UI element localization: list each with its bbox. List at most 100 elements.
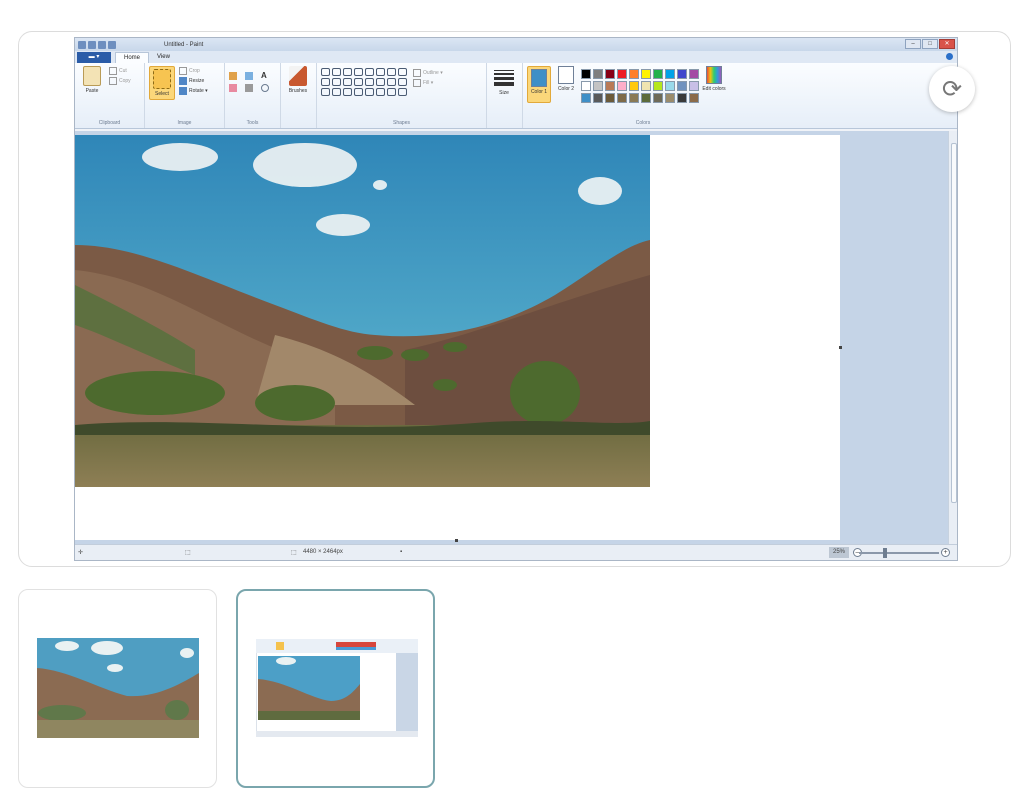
scrollbar-thumb[interactable] <box>951 143 957 503</box>
palette-swatch[interactable] <box>677 93 687 103</box>
palette-swatch[interactable] <box>629 69 639 79</box>
canvas-size-text: 4480 × 2464px <box>303 549 343 555</box>
palette-swatch[interactable] <box>653 81 663 91</box>
resize-handle-bottom[interactable] <box>455 539 458 542</box>
edit-colors-button[interactable]: Edit colors <box>702 66 726 103</box>
palette-swatch[interactable] <box>677 69 687 79</box>
palette-swatch[interactable] <box>605 93 615 103</box>
clipboard-group-label: Clipboard <box>98 120 121 126</box>
scissors-icon <box>109 67 117 75</box>
crop-icon <box>179 67 187 75</box>
save-icon[interactable] <box>88 40 96 49</box>
color-palette <box>581 69 699 103</box>
palette-swatch[interactable] <box>617 81 627 91</box>
fill-icon <box>413 79 421 87</box>
tab-view[interactable]: View <box>149 52 178 63</box>
selection-size-icon: ⬚ <box>185 550 191 556</box>
color-picker-icon[interactable] <box>245 84 253 92</box>
palette-swatch[interactable] <box>653 69 663 79</box>
image-group: Select Crop Resize Rotate ▾ Image <box>145 63 225 128</box>
palette-swatch[interactable] <box>593 93 603 103</box>
palette-swatch[interactable] <box>689 69 699 79</box>
crop-button[interactable]: Crop <box>179 66 208 76</box>
help-icon[interactable] <box>946 53 953 60</box>
pencil-icon[interactable] <box>229 72 237 80</box>
palette-swatch[interactable] <box>641 69 651 79</box>
paint-window: Untitled - Paint – □ ✕ ▬ ▾ Home View Pas… <box>74 37 958 561</box>
brushes-button[interactable]: Brushes <box>285 66 311 94</box>
palette-swatch[interactable] <box>605 81 615 91</box>
title-bar: Untitled - Paint – □ ✕ <box>75 38 957 51</box>
palette-swatch[interactable] <box>689 81 699 91</box>
palette-swatch[interactable] <box>677 81 687 91</box>
size-button[interactable]: Size <box>491 66 517 96</box>
file-menu-button[interactable]: ▬ ▾ <box>77 52 111 63</box>
palette-swatch[interactable] <box>665 93 675 103</box>
zoom-in-button[interactable]: + <box>941 548 950 557</box>
shapes-group-label: Shapes <box>393 120 410 126</box>
color2-button[interactable]: Color 2 <box>554 66 578 103</box>
zoom-slider[interactable] <box>859 552 939 554</box>
close-button[interactable]: ✕ <box>939 39 955 49</box>
palette-swatch[interactable] <box>665 81 675 91</box>
rotate-icon <box>179 87 187 95</box>
rotate-button[interactable]: Rotate ▾ <box>179 86 208 96</box>
brushes-group: Brushes <box>281 63 317 128</box>
palette-swatch[interactable] <box>605 69 615 79</box>
palette-swatch[interactable] <box>629 93 639 103</box>
palette-swatch[interactable] <box>581 93 591 103</box>
palette-swatch[interactable] <box>593 69 603 79</box>
resize-button[interactable]: Resize <box>179 76 208 86</box>
palette-swatch[interactable] <box>581 81 591 91</box>
app-icon <box>78 40 86 49</box>
clipboard-group: Paste Cut Copy Clipboard <box>75 63 145 128</box>
fill-bucket-icon[interactable] <box>245 72 253 80</box>
outline-dropdown[interactable]: Outline ▾ <box>413 68 443 78</box>
text-tool-icon[interactable]: A <box>261 72 269 80</box>
palette-swatch[interactable] <box>689 93 699 103</box>
thumbnail-paint-screenshot[interactable] <box>236 589 435 788</box>
minimize-button[interactable]: – <box>905 39 921 49</box>
canvas-workspace <box>75 131 957 546</box>
outline-icon <box>413 69 421 77</box>
palette-swatch[interactable] <box>581 69 591 79</box>
refresh-icon[interactable]: ⟳ <box>929 66 975 112</box>
palette-swatch[interactable] <box>617 93 627 103</box>
eraser-icon[interactable] <box>229 84 237 92</box>
palette-swatch[interactable] <box>617 69 627 79</box>
resize-handle-right[interactable] <box>839 346 842 349</box>
color2-swatch <box>558 66 574 84</box>
canvas-size-icon: ⬚ <box>291 550 297 556</box>
cut-button[interactable]: Cut <box>109 66 131 76</box>
palette-swatch[interactable] <box>665 69 675 79</box>
vertical-scrollbar[interactable] <box>948 131 957 546</box>
shapes-gallery[interactable] <box>321 68 407 96</box>
palette-swatch[interactable] <box>593 81 603 91</box>
ribbon-tabs: ▬ ▾ Home View <box>75 51 957 63</box>
quick-access-toolbar <box>78 40 116 49</box>
redo-icon[interactable] <box>108 40 116 49</box>
paste-icon <box>83 66 101 86</box>
paste-button[interactable]: Paste <box>79 66 105 94</box>
window-title: Untitled - Paint <box>164 41 204 48</box>
color1-button[interactable]: Color 1 <box>527 66 551 103</box>
select-button[interactable]: Select <box>149 66 175 100</box>
palette-swatch[interactable] <box>641 93 651 103</box>
drawing-canvas[interactable] <box>75 135 842 542</box>
thumbnail-landscape-image <box>37 638 199 738</box>
palette-swatch[interactable] <box>641 81 651 91</box>
tools-group: A Tools <box>225 63 281 128</box>
status-bar: ✛ ⬚ ⬚ 4480 × 2464px ▪ 25% – + <box>75 544 957 560</box>
copy-button[interactable]: Copy <box>109 76 131 86</box>
zoom-slider-thumb[interactable] <box>883 548 887 558</box>
palette-swatch[interactable] <box>629 81 639 91</box>
palette-swatch[interactable] <box>653 93 663 103</box>
maximize-button[interactable]: □ <box>922 39 938 49</box>
cursor-position-icon: ✛ <box>78 550 84 556</box>
magnifier-icon[interactable] <box>261 84 269 92</box>
tab-home[interactable]: Home <box>115 52 150 63</box>
fill-dropdown[interactable]: Fill ▾ <box>413 78 443 88</box>
tools-group-label: Tools <box>246 120 259 126</box>
undo-icon[interactable] <box>98 40 106 49</box>
thumbnail-landscape[interactable] <box>18 589 217 788</box>
